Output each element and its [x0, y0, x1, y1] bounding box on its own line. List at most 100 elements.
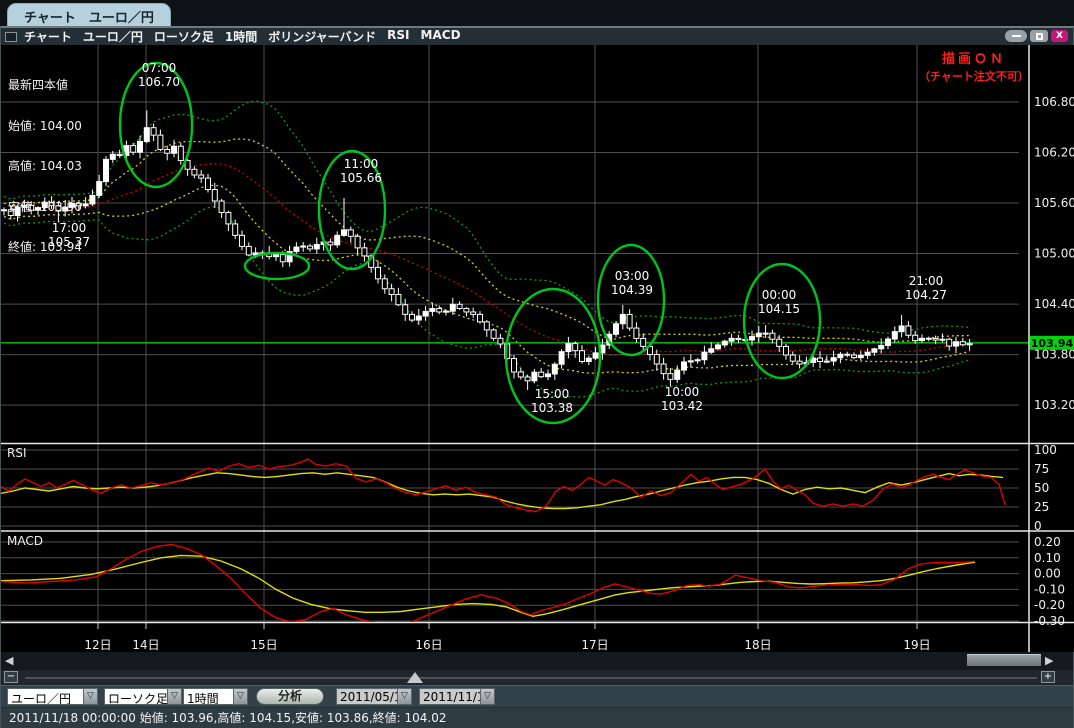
scroll-left-icon[interactable]: ◀	[5, 654, 13, 667]
chevron-down-icon[interactable]: ▽	[398, 688, 412, 705]
svg-text:16日: 16日	[415, 638, 442, 652]
svg-text:0.20: 0.20	[1034, 535, 1061, 549]
app-icon	[5, 32, 17, 42]
titlebar: チャートユーロ／円ローソク足 1時間ボリンジャーバンド RSI MACD X	[1, 28, 1073, 45]
svg-text:15日: 15日	[250, 638, 277, 652]
titlebar-menu: チャートユーロ／円ローソク足 1時間ボリンジャーバンド RSI MACD	[24, 28, 461, 45]
menu-item-2[interactable]: ローソク足	[154, 28, 214, 45]
svg-text:105.00: 105.00	[1034, 247, 1074, 261]
draw-mode-indicator: 描画ＯＮ （チャート注文不可）	[898, 48, 1050, 84]
menu-item-1[interactable]: ユーロ／円	[83, 28, 143, 45]
zoom-slider-thumb[interactable]	[407, 672, 423, 683]
svg-text:100: 100	[1034, 443, 1057, 457]
svg-text:14日: 14日	[132, 638, 159, 652]
svg-text:11:00: 11:00	[344, 157, 379, 171]
svg-text:17日: 17日	[581, 638, 608, 652]
chevron-down-icon[interactable]: ▽	[84, 688, 98, 705]
close-icon: X	[1056, 30, 1063, 42]
quote-close: 終値: 103.94	[8, 241, 82, 255]
svg-text:105.60: 105.60	[1034, 196, 1074, 210]
svg-text:0.10: 0.10	[1034, 551, 1061, 565]
control-bar: ユーロ／円 ▽ ローソク足 ▽ 1時間 ▽ 分析 2011/05/19 ▽ 20…	[1, 685, 1073, 707]
pair-dropdown[interactable]: ユーロ／円 ▽	[7, 688, 98, 705]
svg-text:105.66: 105.66	[340, 171, 382, 185]
menu-item-0[interactable]: チャート	[24, 28, 72, 45]
svg-text:106.80: 106.80	[1034, 95, 1074, 109]
minimize-button[interactable]	[1005, 30, 1027, 42]
svg-text:03:00: 03:00	[615, 269, 650, 283]
date-to-dropdown[interactable]: 2011/11/19 ▽	[419, 688, 495, 705]
svg-text:21:00: 21:00	[909, 274, 944, 288]
svg-text:18日: 18日	[744, 638, 771, 652]
timeframe-value: 1時間	[183, 688, 234, 705]
date-from-dropdown[interactable]: 2011/05/19 ▽	[336, 688, 412, 705]
svg-text:0.00: 0.00	[1034, 567, 1061, 581]
svg-text:104.27: 104.27	[905, 288, 947, 302]
chart-type-dropdown[interactable]: ローソク足 ▽	[104, 688, 182, 705]
window-tab[interactable]: チャート ユーロ／円	[7, 3, 171, 26]
svg-text:104.40: 104.40	[1034, 297, 1074, 311]
scrollbar-thumb[interactable]	[967, 654, 1041, 666]
horizontal-scrollbar[interactable]: ◀ ▶	[1, 652, 1073, 670]
quote-title: 最新四本値	[8, 79, 82, 93]
quote-high: 高値: 104.03	[8, 160, 82, 174]
svg-text:50: 50	[1034, 481, 1049, 495]
zoom-out-button[interactable]: −	[4, 671, 18, 683]
maximize-icon	[1036, 33, 1043, 40]
svg-text:75: 75	[1034, 462, 1049, 476]
svg-text:106.20: 106.20	[1034, 146, 1074, 160]
svg-text:10:00: 10:00	[665, 385, 700, 399]
application-window: チャート ユーロ／円 チャートユーロ／円ローソク足1時間ボリンジャーバンドRSI…	[0, 0, 1074, 728]
svg-text:0: 0	[1034, 519, 1042, 533]
window-tab-label: チャート ユーロ／円	[24, 11, 154, 26]
zoom-slider-row: − +	[1, 670, 1073, 685]
svg-text:RSI: RSI	[7, 446, 27, 460]
menu-item-5[interactable]: RSI	[387, 28, 409, 45]
svg-text:106.70: 106.70	[138, 75, 180, 89]
svg-text:103.38: 103.38	[531, 401, 573, 415]
quote-low: 安値: 103.90	[8, 201, 82, 215]
menu-item-3[interactable]: 1時間	[225, 28, 257, 45]
svg-text:103.20: 103.20	[1034, 398, 1074, 412]
svg-text:25: 25	[1034, 500, 1049, 514]
pair-value: ユーロ／円	[7, 688, 84, 705]
svg-text:12日: 12日	[84, 638, 111, 652]
close-button[interactable]: X	[1051, 30, 1068, 42]
draw-on-note: （チャート注文不可）	[898, 68, 1050, 84]
svg-text:07:00: 07:00	[142, 61, 177, 75]
svg-text:104.39: 104.39	[611, 283, 653, 297]
zoom-in-button[interactable]: +	[1041, 671, 1055, 683]
window-buttons: X	[1005, 30, 1068, 42]
analyze-button[interactable]: 分析	[256, 688, 324, 705]
menu-item-6[interactable]: MACD	[421, 28, 461, 45]
chevron-down-icon[interactable]: ▽	[481, 688, 495, 705]
svg-text:19日: 19日	[903, 638, 930, 652]
zoom-slider-track[interactable]	[25, 677, 1037, 679]
chevron-down-icon[interactable]: ▽	[234, 688, 248, 705]
status-bar: 2011/11/18 00:00:00 始値: 103.96,高値: 104.1…	[1, 707, 1073, 728]
maximize-button[interactable]	[1030, 30, 1048, 42]
draw-on-label: 描画ＯＮ	[898, 48, 1050, 67]
svg-text:00:00: 00:00	[762, 288, 797, 302]
status-text: 2011/11/18 00:00:00 始値: 103.96,高値: 104.1…	[9, 711, 447, 725]
menu-item-4[interactable]: ボリンジャーバンド	[268, 28, 376, 45]
chart-window: チャートユーロ／円ローソク足1時間ボリンジャーバンドRSIMACD X 07:0…	[0, 26, 1074, 728]
svg-text:-0.20: -0.20	[1034, 598, 1065, 612]
svg-text:103.94: 103.94	[1031, 337, 1074, 350]
chevron-down-icon[interactable]: ▽	[168, 688, 182, 705]
timeframe-dropdown[interactable]: 1時間 ▽	[183, 688, 248, 705]
svg-text:-0.30: -0.30	[1034, 614, 1065, 628]
svg-text:103.42: 103.42	[661, 399, 703, 413]
quote-open: 始値: 104.00	[8, 120, 82, 134]
svg-text:MACD: MACD	[7, 534, 43, 548]
svg-text:15:00: 15:00	[535, 387, 570, 401]
date-from-value: 2011/05/19	[336, 688, 398, 705]
svg-text:-0.10: -0.10	[1034, 582, 1065, 596]
svg-text:104.15: 104.15	[758, 302, 800, 316]
minimize-icon	[1012, 35, 1021, 37]
chart-type-value: ローソク足	[104, 688, 168, 705]
scroll-right-icon[interactable]: ▶	[1045, 654, 1053, 667]
latest-quote-panel: 最新四本値 始値: 104.00 高値: 104.03 安値: 103.90 終…	[8, 52, 82, 282]
chart-canvas[interactable]: 07:00106.7011:00105.6617:00105.3703:0010…	[1, 45, 1074, 652]
date-to-value: 2011/11/19	[419, 688, 481, 705]
